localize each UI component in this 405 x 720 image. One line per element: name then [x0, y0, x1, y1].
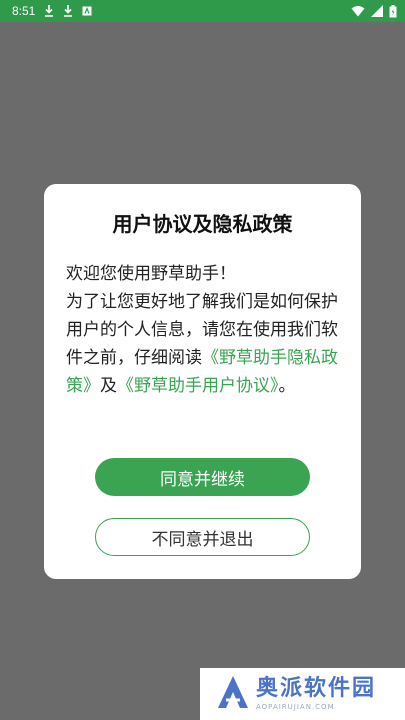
disagree-exit-button[interactable]: 不同意并退出 — [95, 518, 310, 556]
watermark: 奥派软件园 AOPAIRUJIAN.COM — [200, 668, 405, 720]
dialog-title: 用户协议及隐私政策 — [112, 212, 293, 236]
welcome-text: 欢迎您使用野草助手！ — [66, 264, 236, 284]
signal-icon — [371, 5, 383, 17]
wifi-icon — [351, 5, 365, 17]
aopai-logo-icon — [216, 674, 250, 714]
download-icon — [44, 5, 54, 17]
ending-text: 。 — [278, 376, 296, 396]
watermark-name: 奥派软件园 — [256, 676, 377, 701]
privacy-dialog: 用户协议及隐私政策 欢迎您使用野草助手！ 为了让您更好地了解我们是如何保护用户的… — [44, 184, 361, 579]
app-notification-icon — [82, 6, 92, 16]
agree-continue-button[interactable]: 同意并继续 — [95, 458, 310, 496]
status-bar: 8:51 — [0, 0, 405, 22]
user-agreement-link[interactable]: 《野草助手用户协议》 — [117, 376, 279, 396]
battery-icon — [389, 4, 397, 18]
watermark-url: AOPAIRUJIAN.COM — [256, 703, 335, 711]
download-icon — [63, 5, 73, 17]
dialog-body: 欢迎您使用野草助手！ 为了让您更好地了解我们是如何保护用户的个人信息，请您在使用… — [66, 260, 342, 400]
connector-text: 及 — [100, 376, 117, 396]
status-time: 8:51 — [12, 4, 36, 18]
